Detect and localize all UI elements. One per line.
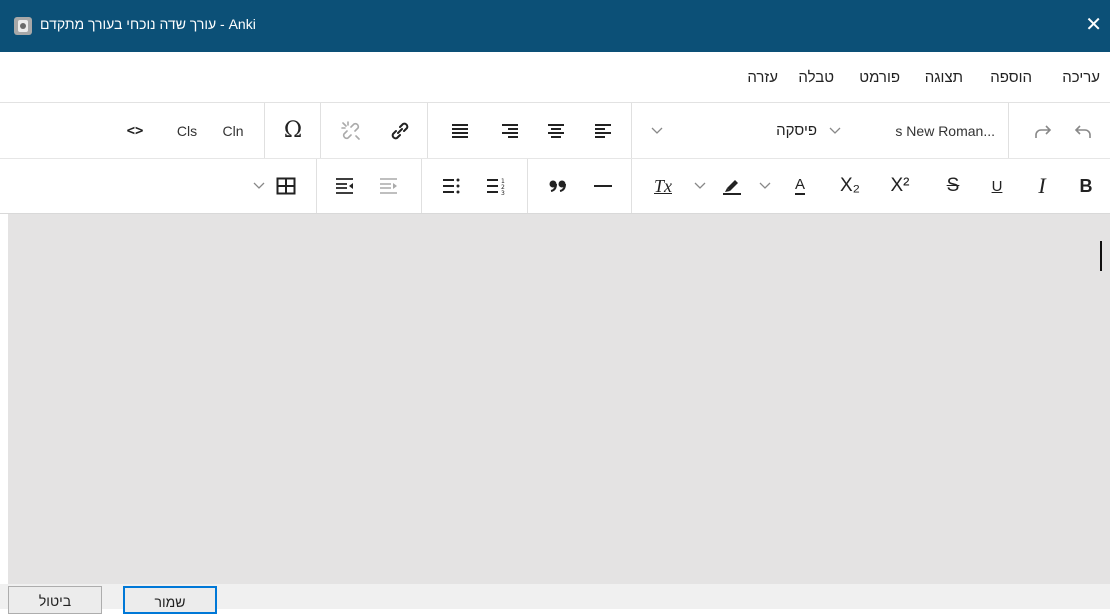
numbered-list-button[interactable]: 123 [482,159,510,213]
highlight-icon [723,180,741,195]
toolbar-separator [1008,103,1009,158]
table-icon [276,177,296,195]
indent-icon [380,178,397,194]
text-caret [1100,241,1102,271]
block-format-chevron[interactable] [650,103,664,158]
special-char-icon: Ω [283,118,303,143]
align-center-button[interactable] [541,103,571,158]
bold-icon: B [1079,175,1093,196]
align-left-icon [595,123,611,138]
toolbar-separator [316,159,317,213]
menu-view[interactable]: תצוגה [925,69,963,86]
block-format-select[interactable]: פיסקה [735,103,817,158]
toolbar-separator [320,103,321,158]
code-icon: <> [126,122,144,139]
align-justify-button[interactable] [445,103,475,158]
table-chevron[interactable] [252,159,266,213]
chevron-down-icon [253,182,265,189]
menu-help[interactable]: עזרה [747,69,778,86]
blockquote-icon [549,180,566,192]
undo-button[interactable] [1068,103,1098,158]
title-bar: עורך שדה נוכחי בעורך מתקדם - Anki ✕ [0,0,1110,52]
remove-link-button[interactable] [336,103,366,158]
chevron-down-icon [651,127,663,134]
cls-button[interactable]: Cls [170,103,204,158]
toolbar-separator [527,159,528,213]
chevron-down-icon [694,182,706,189]
align-justify-icon [452,123,468,138]
unlink-icon [341,120,360,140]
cln-button[interactable]: Cln [216,103,250,158]
menu-edit[interactable]: עריכה [1062,69,1100,86]
highlight-button[interactable] [716,159,748,213]
bullet-list-button[interactable] [438,159,466,213]
redo-icon [1035,124,1052,138]
redo-button[interactable] [1028,103,1058,158]
horizontal-rule-button[interactable] [590,159,616,213]
highlight-chevron[interactable] [693,159,707,213]
link-icon [391,122,409,139]
toolbar-separator [631,103,632,158]
cln-label: Cln [222,122,244,139]
insert-table-button[interactable] [272,159,300,213]
subscript-icon: X₂ [839,175,861,196]
superscript-button[interactable]: X² [880,159,920,213]
chevron-down-icon [759,182,771,189]
text-color-icon: A [794,176,805,195]
underline-button[interactable]: U [983,159,1011,213]
text-color-chevron[interactable] [758,159,772,213]
blockquote-button[interactable] [544,159,572,213]
editor-area[interactable] [8,214,1110,584]
menu-format[interactable]: פורמט [859,69,900,86]
align-right-icon [502,123,518,138]
bold-button[interactable]: B [1072,159,1100,213]
save-button[interactable]: שמור [123,586,217,614]
close-icon[interactable]: ✕ [1085,12,1102,36]
align-center-icon [548,123,564,138]
superscript-icon: X² [890,175,910,196]
menu-bar: עריכה הוספה תצוגה פורמט טבלה עזרה [0,52,1110,103]
outdent-button[interactable] [331,159,359,213]
insert-link-button[interactable] [385,103,415,158]
special-character-button[interactable]: Ω [276,103,310,158]
anki-logo-icon [14,17,32,35]
bullet-list-icon [443,178,460,194]
strikethrough-icon: S [946,175,960,196]
block-format-value: פיסקה [776,122,817,139]
toolbar-separator [427,103,428,158]
indent-button[interactable] [375,159,403,213]
subscript-button[interactable]: X₂ [830,159,870,213]
outdent-icon [336,178,353,194]
toolbar-row-1: s New Roman... פיסקה Ω Cln Cls <> [0,103,1110,159]
align-left-button[interactable] [588,103,618,158]
font-family-chevron[interactable] [828,103,842,158]
toolbar-separator [264,103,265,158]
cls-label: Cls [176,122,198,139]
svg-text:3: 3 [501,190,505,195]
window-title: עורך שדה נוכחי בעורך מתקדם - Anki [40,16,256,32]
toolbar-separator [631,159,632,213]
menu-insert[interactable]: הוספה [990,69,1032,86]
italic-button[interactable]: I [1028,159,1056,213]
italic-icon: I [1038,173,1046,198]
horizontal-rule-icon [594,185,612,187]
font-family-select[interactable]: s New Roman... [823,103,995,158]
dialog-button-bar: ביטול שמור [0,584,1110,614]
undo-icon [1074,124,1091,138]
numbered-list-icon: 123 [487,178,505,195]
cancel-button[interactable]: ביטול [8,586,102,614]
underline-icon: U [991,177,1003,195]
toolbar-row-2: B I U S X² X₂ A Tx 123 [0,159,1110,214]
align-right-button[interactable] [495,103,525,158]
text-color-button[interactable]: A [786,159,814,213]
source-code-button[interactable]: <> [118,103,152,158]
toolbar-separator [421,159,422,213]
strikethrough-button[interactable]: S [939,159,967,213]
clear-formatting-button[interactable]: Tx [648,159,678,213]
clear-formatting-icon: Tx [654,175,672,196]
font-family-value: s New Roman... [895,122,995,139]
menu-table[interactable]: טבלה [798,69,834,86]
chevron-down-icon [829,127,841,134]
